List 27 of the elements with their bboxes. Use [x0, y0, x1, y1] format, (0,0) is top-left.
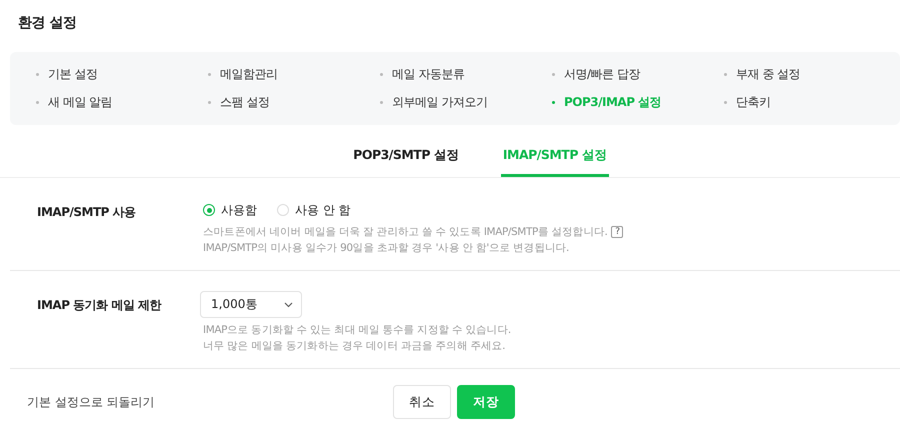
menu-link[interactable]: 부재 중 설정: [724, 60, 800, 88]
radio-label[interactable]: 사용함: [221, 202, 257, 218]
dropdown[interactable]: 1,000통: [200, 291, 302, 318]
radio-button[interactable]: [203, 204, 215, 216]
menu-link[interactable]: 스팸 설정: [208, 88, 270, 116]
help-text: IMAP/SMTP의 미사용 일수가 90일을 초과할 경우 '사용 안 함'으로 변경됩니다.: [203, 241, 569, 256]
help-text: 너무 많은 메일을 동기화하는 경우 데이터 과금을 주의해 주세요.: [203, 339, 506, 354]
menu-link[interactable]: 기본 설정: [36, 60, 98, 88]
chevron-down-icon: [284, 302, 293, 308]
menu-link[interactable]: 외부메일 가져오기: [380, 88, 488, 116]
setting-label: IMAP 동기화 메일 제한: [37, 297, 162, 314]
help-text: IMAP으로 동기화할 수 있는 최대 메일 통수를 지정할 수 있습니다.: [203, 323, 511, 338]
menu-link[interactable]: 새 메일 알림: [36, 88, 112, 116]
menu-link[interactable]: 단축키: [724, 88, 770, 116]
menu-link[interactable]: 메일 자동분류: [380, 60, 464, 88]
menu-link[interactable]: 서명/빠른 답장: [552, 60, 640, 88]
menu-link[interactable]: 메일함관리: [208, 60, 278, 88]
help-icon[interactable]: ?: [611, 226, 624, 238]
radio-label[interactable]: 사용 안 함: [295, 202, 351, 218]
page-title: 환경 설정: [17, 14, 78, 33]
cancel-button[interactable]: 취소: [393, 385, 451, 419]
help-text: 스마트폰에서 네이버 메일을 더욱 잘 관리하고 쓸 수 있도록 IMAP/SMTP를 설정합니다.: [203, 225, 608, 240]
radio-option[interactable]: 사용 안 함: [277, 202, 351, 218]
radio-option[interactable]: 사용함: [203, 202, 257, 218]
reset-link[interactable]: 기본 설정으로 되돌리기: [27, 394, 393, 410]
tab[interactable]: POP3/SMTP 설정: [351, 141, 461, 177]
setting-label: IMAP/SMTP 사용: [37, 204, 137, 221]
